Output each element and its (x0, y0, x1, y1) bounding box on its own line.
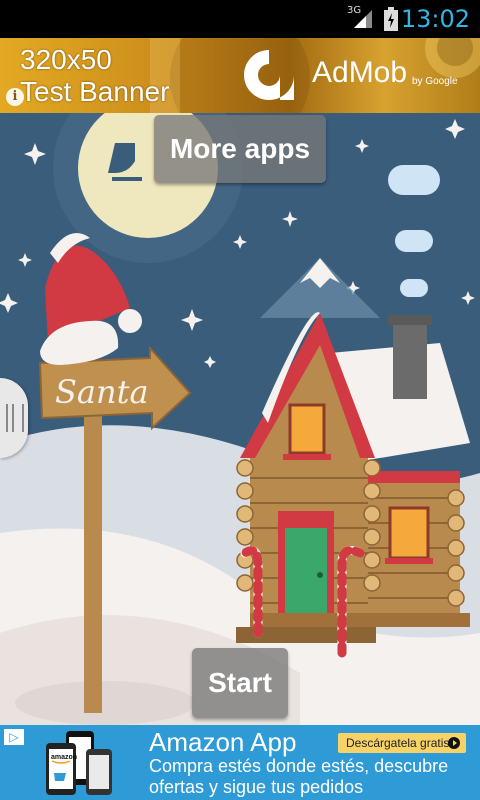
bottom-ad-banner[interactable]: ▷ amazon Amazon App Descárgatela gratis … (0, 725, 480, 800)
amazon-app-description: Compra estés donde estés, descubre ofert… (149, 756, 449, 797)
santa-sign-text: Santa (55, 373, 149, 411)
download-button[interactable]: Descárgatela gratis (338, 733, 466, 753)
info-icon[interactable]: i (6, 88, 24, 106)
game-scene: Santa (0, 113, 480, 725)
ad-size-label: 320x50 (20, 44, 112, 75)
download-button-label: Descárgatela gratis (346, 736, 450, 750)
admob-brand: AdMob (312, 56, 408, 89)
top-ad-banner[interactable]: 320x50 Test Banner i AdMob by Google (0, 38, 480, 113)
admob-by-google: by Google (412, 76, 458, 87)
amazon-logo-text: amazon (51, 754, 77, 761)
signal-icon (354, 10, 372, 28)
amazon-app-title: Amazon App (149, 727, 297, 757)
arrow-right-icon (448, 737, 460, 749)
clock: 13:02 (400, 5, 470, 33)
battery-charging-icon (384, 7, 398, 31)
grip-icon (6, 404, 24, 432)
ad-test-label: Test Banner (20, 76, 170, 107)
adchoices-icon[interactable]: ▷ (4, 729, 24, 745)
test-banner-text: 320x50 Test Banner (20, 44, 169, 108)
status-bar: 3G 13:02 (0, 0, 480, 38)
amazon-phones-image: amazon (46, 731, 112, 795)
start-button[interactable]: Start (192, 648, 288, 718)
admob-logo-icon (244, 50, 294, 100)
more-apps-button[interactable]: More apps (154, 115, 326, 183)
winter-scene-illustration: Santa (0, 113, 480, 725)
